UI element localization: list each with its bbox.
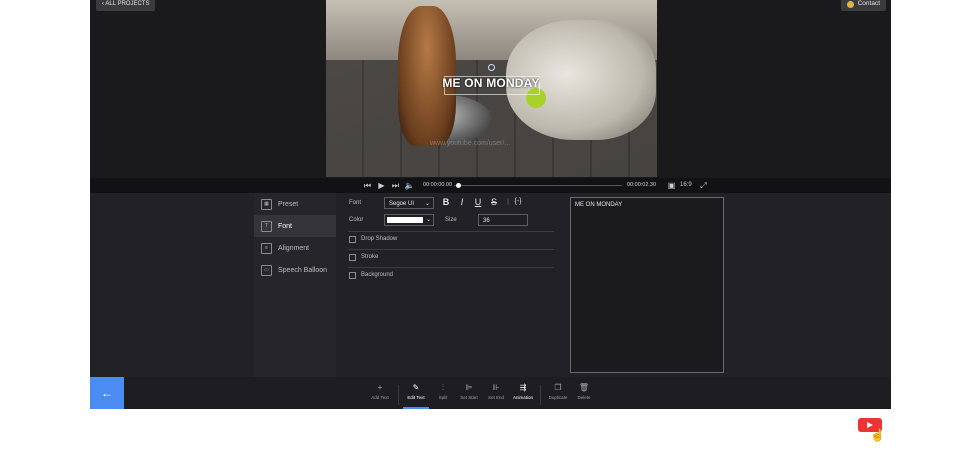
tool-label: Animation [512, 395, 533, 400]
tool-label: Edit Text [407, 395, 425, 400]
set-start-button[interactable]: ⊫ Set Start [455, 383, 483, 400]
current-time: 00:00:00.00 [423, 182, 453, 188]
font-select-value: Segoe UI [389, 201, 415, 207]
split-icon: ⫶ [442, 383, 444, 392]
color-label: Color [349, 217, 364, 223]
preview-area: ‹ ALL PROJECTS Contact ME ON MONDAY www.… [90, 0, 891, 178]
all-projects-button[interactable]: ‹ ALL PROJECTS [96, 0, 156, 11]
divider [348, 249, 554, 250]
strikethrough-icon[interactable]: S [489, 197, 499, 207]
duplicate-button[interactable]: ❐ Duplicate [544, 383, 572, 400]
plus-icon: + [377, 383, 383, 392]
edit-text-button[interactable]: ✎ Edit Text [402, 383, 430, 400]
sidebar-item-label: Alignment [278, 244, 310, 252]
sidebar-item-label: Preset [278, 200, 299, 208]
toolbar-separator [398, 385, 399, 405]
font-form: Font Segoe UI ⌄ B I U S | {-} Color ⌄ Si… [337, 193, 557, 377]
transport-bar: ⏮ ▶ ⏭ 🔈 00:00:00.00 00:00:02.30 ▣ 16:9 ⤢ [90, 178, 891, 193]
delete-icon: 🗑 [578, 383, 590, 392]
tool-label: Split [438, 395, 448, 400]
size-input-value: 36 [483, 218, 490, 224]
contact-label: Contact [857, 0, 880, 7]
aspect-ratio-icon[interactable]: ▣ [666, 180, 677, 191]
background-checkbox[interactable] [349, 272, 356, 279]
contact-button[interactable]: Contact [840, 0, 886, 11]
sidebar-item-label: Font [278, 222, 293, 230]
color-picker[interactable]: ⌄ [384, 214, 434, 226]
arrow-left-icon: ← [101, 386, 113, 400]
video-preview[interactable]: ME ON MONDAY www.youtube.com/user/... [326, 0, 657, 177]
tool-label: Duplicate [548, 395, 568, 400]
timeline-scrubber[interactable] [454, 185, 622, 186]
color-swatch [387, 217, 423, 223]
set-start-icon: ⊫ [465, 383, 473, 392]
back-button[interactable]: ← [90, 377, 124, 409]
set-end-button[interactable]: ⊪ Set End [482, 383, 510, 400]
animation-button[interactable]: ⇶ Animation [509, 383, 537, 400]
edit-icon: ✎ [412, 383, 420, 392]
drop-shadow-label: Drop Shadow [361, 236, 398, 242]
caption-text[interactable]: ME ON MONDAY [442, 76, 540, 90]
active-tool-indicator [403, 407, 429, 409]
divider [348, 231, 554, 232]
speech-balloon-icon: ▭ [261, 264, 272, 276]
drop-shadow-checkbox[interactable] [349, 236, 356, 243]
play-icon[interactable]: ▶ [376, 180, 387, 191]
skip-forward-icon[interactable]: ⏭ [390, 180, 401, 191]
duplicate-icon: ❐ [554, 383, 562, 392]
font-icon: T [261, 220, 272, 232]
contact-icon [846, 0, 854, 8]
tool-label: Delete [577, 395, 591, 400]
italic-icon[interactable]: I [457, 197, 467, 207]
set-end-icon: ⊪ [492, 383, 500, 392]
bottom-toolbar: ← + Add Text ✎ Edit Text ⫶ Split ⊫ Set Start… [90, 377, 891, 409]
tool-label: Set End [487, 395, 504, 400]
text-properties-panel: ▦ Preset T Font ≡ Alignment ▭ Speech Bal… [90, 193, 891, 377]
toolbar-separator [540, 385, 541, 405]
preset-icon: ▦ [261, 198, 272, 210]
fullscreen-icon[interactable]: ⤢ [698, 180, 709, 191]
sidebar-item-label: Speech Balloon [278, 266, 328, 274]
volume-icon[interactable]: 🔈 [404, 180, 415, 191]
background-label: Background [361, 272, 394, 278]
chevron-down-icon: ⌄ [425, 217, 431, 223]
font-label: Font [349, 200, 362, 206]
video-watermark: www.youtube.com/user/... [430, 140, 511, 147]
letter-spacing-icon[interactable]: {-} [513, 198, 523, 205]
stroke-checkbox[interactable] [349, 254, 356, 261]
aspect-ratio-label[interactable]: 16:9 [680, 180, 692, 191]
scrubber-handle[interactable] [456, 183, 461, 188]
bold-icon[interactable]: B [441, 197, 451, 207]
font-select[interactable]: Segoe UI ⌄ [384, 197, 434, 209]
chevron-down-icon: ⌄ [424, 201, 430, 207]
separator-icon: | [507, 199, 509, 205]
properties-sidebar: ▦ Preset T Font ≡ Alignment ▭ Speech Bal… [254, 193, 336, 377]
size-label: Size [445, 217, 457, 223]
sidebar-item-speech-balloon[interactable]: ▭ Speech Balloon [254, 259, 336, 281]
sidebar-item-alignment[interactable]: ≡ Alignment [254, 237, 336, 259]
all-projects-label: ALL PROJECTS [105, 1, 150, 7]
skip-back-icon[interactable]: ⏮ [362, 180, 373, 191]
add-text-button[interactable]: + Add Text [366, 383, 394, 400]
underline-icon[interactable]: U [473, 197, 483, 207]
app-window: ‹ ALL PROJECTS Contact ME ON MONDAY www.… [90, 0, 891, 409]
size-input[interactable]: 36 [478, 214, 528, 226]
tool-label: Add Text [371, 395, 389, 400]
tool-label: Set Start [460, 395, 478, 400]
delete-button[interactable]: 🗑 Delete [570, 383, 598, 400]
sidebar-item-preset[interactable]: ▦ Preset [254, 193, 336, 215]
alignment-icon: ≡ [261, 242, 272, 254]
end-time: 00:00:02.30 [627, 182, 657, 188]
divider [348, 267, 554, 268]
stroke-label: Stroke [361, 254, 379, 260]
animation-icon: ⇶ [519, 383, 527, 392]
caption-text-editor[interactable]: ME ON MONDAY [570, 197, 724, 373]
cursor-icon: ☝ [870, 428, 885, 442]
rotate-handle[interactable] [488, 64, 495, 71]
split-button[interactable]: ⫶ Split [429, 383, 457, 400]
sidebar-item-font[interactable]: T Font [254, 215, 336, 237]
